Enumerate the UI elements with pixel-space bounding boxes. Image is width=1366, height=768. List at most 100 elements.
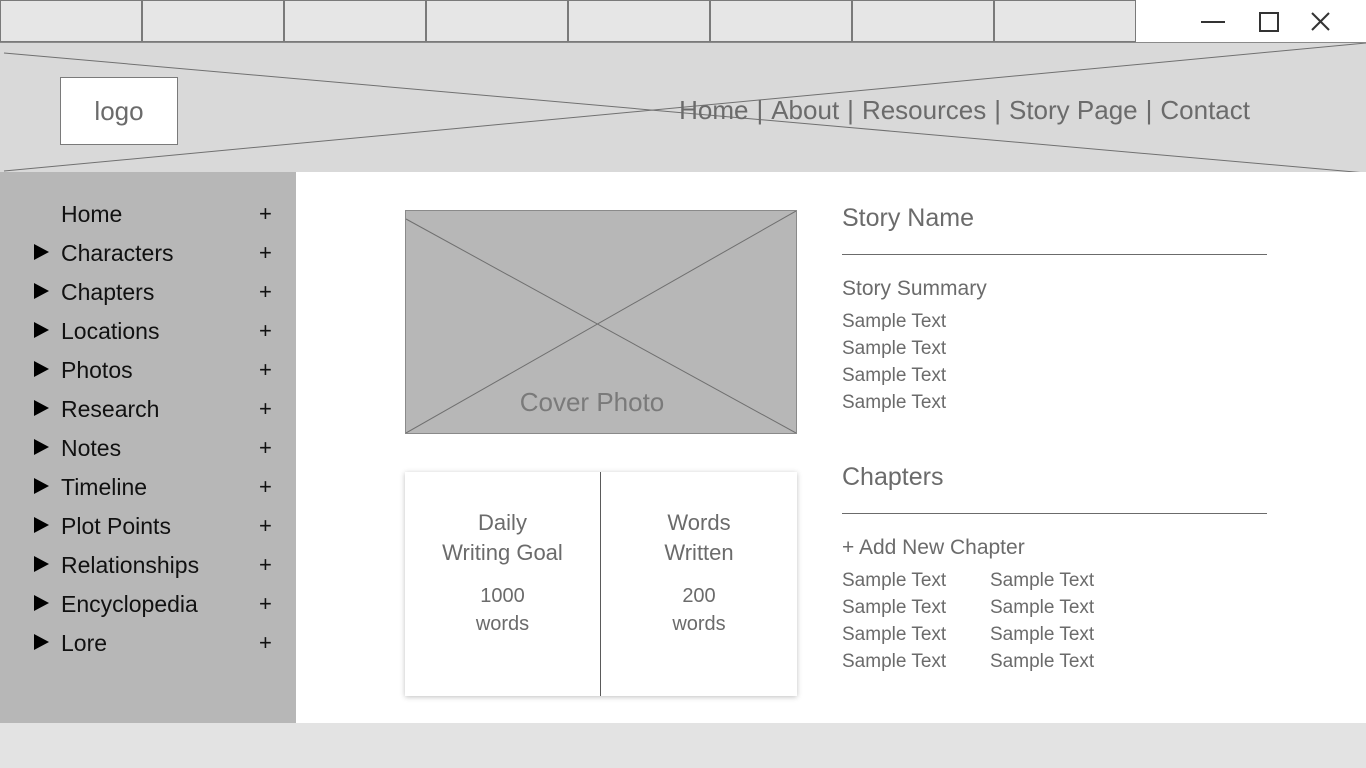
sidebar-item-relationships[interactable]: Relationships + [0, 547, 296, 583]
sidebar-item-chapters[interactable]: Chapters + [0, 274, 296, 310]
browser-tab[interactable] [426, 0, 568, 42]
cover-photo[interactable]: Cover Photo [405, 210, 797, 434]
story-name-heading: Story Name [842, 204, 974, 232]
add-chapter-button[interactable]: + Add New Chapter [842, 536, 1025, 560]
chapter-link[interactable]: Sample Text [842, 570, 946, 592]
words-written-title: Written [664, 540, 734, 565]
sidebar-item-label: Plot Points [61, 513, 171, 539]
minimize-button[interactable] [1185, 0, 1241, 42]
sidebar-item-label: Characters [61, 240, 174, 266]
caret-right-icon[interactable] [34, 439, 49, 455]
daily-goal-unit: words [475, 613, 530, 635]
add-item-button[interactable]: + [259, 430, 272, 466]
caret-right-icon[interactable] [34, 361, 49, 377]
nav-link-contact[interactable]: Contact [1160, 95, 1250, 126]
summary-line: Sample Text [842, 392, 947, 413]
nav-link-about[interactable]: About [771, 95, 839, 126]
browser-tab[interactable] [710, 0, 852, 42]
chapter-link[interactable]: Sample Text [990, 624, 1094, 646]
words-written-title: Words [667, 510, 731, 535]
summary-line: Sample Text [842, 311, 947, 332]
sidebar-item-label: Lore [61, 630, 108, 656]
add-item-button[interactable]: + [259, 274, 272, 310]
caret-right-icon[interactable] [34, 400, 49, 416]
caret-right-icon[interactable] [34, 322, 49, 338]
nav-separator: | [1145, 95, 1153, 125]
add-item-button[interactable]: + [259, 391, 272, 427]
chapter-link[interactable]: Sample Text [842, 651, 946, 673]
header-banner: logo Home | About | Resources | Story Pa… [0, 42, 1366, 173]
browser-tab[interactable] [284, 0, 426, 42]
sidebar-item-characters[interactable]: Characters + [0, 235, 296, 271]
sidebar-item-label: Home [61, 201, 123, 227]
sidebar-item-timeline[interactable]: Timeline + [0, 469, 296, 505]
caret-right-icon[interactable] [34, 556, 49, 572]
logo[interactable]: logo [60, 77, 178, 145]
nav-link-home[interactable]: Home [679, 95, 748, 126]
maximize-icon [1259, 12, 1279, 32]
browser-tab[interactable] [852, 0, 994, 42]
sidebar-item-lore[interactable]: Lore + [0, 625, 296, 661]
sidebar-item-locations[interactable]: Locations + [0, 313, 296, 349]
nav-separator: | [847, 95, 854, 125]
caret-right-icon[interactable] [34, 478, 49, 494]
caret-right-icon[interactable] [34, 517, 49, 533]
minimize-icon [1201, 21, 1225, 23]
daily-goal-title: Daily [478, 510, 527, 535]
nav-separator: | [756, 95, 764, 125]
sidebar-item-research[interactable]: Research + [0, 391, 296, 427]
daily-goal-value: 1000 [480, 585, 525, 607]
chapter-link[interactable]: Sample Text [842, 624, 946, 646]
sidebar-item-plot-points[interactable]: Plot Points + [0, 508, 296, 544]
sidebar-item-home[interactable]: Home + [0, 196, 296, 232]
close-icon [1311, 12, 1330, 31]
sidebar-item-label: Chapters [61, 279, 155, 305]
chapters-heading: Chapters [842, 463, 944, 491]
add-item-button[interactable]: + [259, 508, 272, 544]
sidebar-item-encyclopedia[interactable]: Encyclopedia + [0, 586, 296, 622]
browser-tab[interactable] [994, 0, 1136, 42]
add-item-button[interactable]: + [259, 625, 272, 661]
caret-right-icon[interactable] [34, 283, 49, 299]
add-item-button[interactable]: + [259, 196, 272, 232]
caret-right-icon[interactable] [34, 595, 49, 611]
words-written-panel: Words Written 200 words [601, 472, 797, 696]
chapter-link[interactable]: Sample Text [842, 597, 946, 619]
add-item-button[interactable]: + [259, 547, 272, 583]
sidebar-item-label: Notes [61, 435, 122, 461]
chapter-link[interactable]: Sample Text [990, 597, 1094, 619]
words-written-unit: words [672, 613, 726, 635]
add-item-button[interactable]: + [259, 469, 272, 505]
nav-link-resources[interactable]: Resources [862, 95, 986, 126]
cover-photo-caption: Cover Photo [519, 387, 665, 417]
caret-right-icon[interactable] [34, 634, 49, 650]
nav-link-story-page[interactable]: Story Page [1009, 95, 1138, 126]
browser-tab[interactable] [0, 0, 142, 42]
sidebar-item-notes[interactable]: Notes + [0, 430, 296, 466]
browser-tab[interactable] [568, 0, 710, 42]
browser-tab-strip [0, 0, 1366, 42]
browser-tab[interactable] [142, 0, 284, 42]
story-summary-heading: Story Summary [842, 277, 987, 300]
divider [842, 513, 1267, 514]
sidebar-item-photos[interactable]: Photos + [0, 352, 296, 388]
nav-separator: | [994, 95, 1001, 125]
add-item-button[interactable]: + [259, 313, 272, 349]
chapter-link[interactable]: Sample Text [990, 570, 1094, 592]
maximize-button[interactable] [1241, 0, 1297, 42]
add-item-button[interactable]: + [259, 235, 272, 271]
writing-stats-card: Daily Writing Goal 1000 words Words Writ… [405, 472, 797, 696]
divider [842, 254, 1267, 255]
footer [0, 723, 1366, 768]
sidebar-item-label: Timeline [61, 474, 148, 500]
close-button[interactable] [1293, 0, 1349, 42]
caret-right-icon[interactable] [34, 244, 49, 260]
add-item-button[interactable]: + [259, 586, 272, 622]
chapter-link[interactable]: Sample Text [990, 651, 1094, 673]
sidebar-item-label: Locations [61, 318, 160, 344]
top-navigation: Home | About | Resources | Story Page | … [679, 95, 1250, 126]
daily-goal-panel: Daily Writing Goal 1000 words [405, 472, 601, 696]
daily-goal-title: Writing Goal [442, 540, 563, 565]
words-written-value: 200 [682, 585, 716, 607]
add-item-button[interactable]: + [259, 352, 272, 388]
